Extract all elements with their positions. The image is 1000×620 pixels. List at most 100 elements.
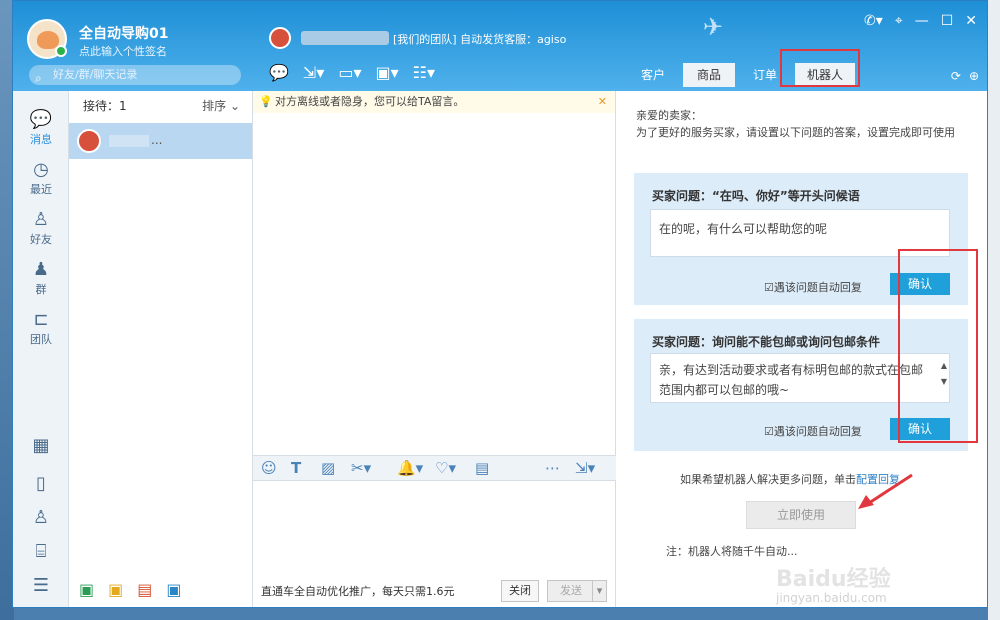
sort-label: 排序 (202, 99, 227, 113)
contact-name-blurred (109, 135, 149, 147)
notice-text: 对方离线或者隐身，您可以给TA留言。 (275, 95, 465, 108)
image-icon[interactable]: ▨ (321, 459, 335, 477)
send-label: 发送 (560, 584, 582, 597)
chat-area: 💡 对方离线或者隐身，您可以给TA留言。 ✕ ☺ T ▨ ✂▾ 🔔▾ ♡▾ ▤ … (253, 91, 616, 607)
sidebar: 💬 消息 ◷ 最近 ♙ 好友 ♟ 群 ⊏ 团队 ▦ ▯ ♙ ⌸ ☰ (13, 91, 69, 607)
bulb-icon: 💡 (259, 95, 273, 108)
sort-dropdown[interactable]: 排序 ⌄ (202, 91, 240, 121)
desktop-right-strip (988, 0, 1000, 620)
chat-toolbar: 💬 ⇲▾ ▭▾ ▣▾ ☷▾ (269, 63, 435, 85)
intro-text: 为了更好的服务买家，请设置以下问题的答案，设置完成即可使用 (636, 126, 955, 139)
use-now-button[interactable]: 立即使用 (746, 501, 856, 529)
chevron-down-icon: ⌄ (229, 99, 240, 113)
robot-intro: 亲爱的卖家： 为了更好的服务买家，请设置以下问题的答案，设置完成即可使用 (636, 107, 966, 141)
contact-name-suffix: ... (151, 133, 163, 147)
minimize-icon[interactable]: — (915, 13, 929, 29)
apps-grid-icon[interactable]: ▦ (13, 435, 69, 456)
close-notice-icon[interactable]: ✕ (598, 91, 607, 113)
offline-notice: 💡 对方离线或者隐身，您可以给TA留言。 ✕ (253, 91, 615, 113)
contact-name-blurred (301, 31, 389, 45)
screenshot-icon[interactable]: ✂▾ (351, 459, 371, 477)
close-button[interactable]: 关闭 (501, 580, 539, 602)
auto-reply-checkbox[interactable]: ☑遇该问题自动回复 (764, 279, 862, 295)
send-options-icon[interactable]: ▾ (592, 581, 606, 601)
list-header: 接待：1 排序 ⌄ (69, 91, 252, 121)
robot-tab-highlight (780, 49, 860, 87)
input-toolbar: ☺ T ▨ ✂▾ 🔔▾ ♡▾ ▤ ⋯ ⇲▾ (253, 455, 616, 481)
robot-note: 注：机器人将随千牛自动... (666, 545, 798, 558)
more-tools-icon[interactable]: ⇲▾ (575, 459, 595, 477)
send-button[interactable]: 发送 ▾ (547, 580, 607, 602)
chat-title: [我们的团队] 自动发货客服：agiso (393, 33, 567, 46)
app-blue-icon[interactable]: ▣ (166, 580, 181, 599)
list-bottom-apps: ▣ ▣ ▤ ▣ (79, 580, 182, 599)
maximize-icon[interactable]: ☐ (941, 13, 954, 29)
list-item[interactable]: ... (69, 123, 252, 159)
contacts-settings-icon[interactable]: ♙ (13, 507, 69, 528)
mobile-icon[interactable]: ▯ (13, 473, 69, 494)
question-title: 买家问题：“在吗、你好”等开头问候语 (652, 189, 860, 203)
question-title: 买家问题：询问能不能包邮或询问包邮条件 (652, 335, 881, 349)
window-controls: ✆▾ ⌖ — ☐ ✕ (864, 13, 977, 29)
shake-icon[interactable]: 🔔▾ (397, 459, 423, 477)
contact-avatar (77, 129, 101, 153)
refresh-icon[interactable]: ⟳ (951, 69, 961, 83)
paper-plane-icon: ✈ (703, 13, 724, 41)
profile-signature[interactable]: 点此输入个性签名 (79, 43, 167, 59)
screen-share-icon[interactable]: ▣▾ (376, 63, 399, 85)
chat-footer: 直通车全自动优化推广，每天只需1.6元 关闭 发送 ▾ (253, 575, 616, 607)
pin-icon[interactable]: ⌖ (895, 13, 903, 29)
conversation-list: 接待：1 排序 ⌄ ... ▣ ▣ ▤ ▣ (69, 91, 253, 607)
person-icon: ♙ (32, 209, 50, 230)
search-placeholder: 好友/群/聊天记录 (53, 68, 138, 81)
sidebar-item-team[interactable]: ⊏ 团队 (13, 309, 69, 347)
more-text: 如果希望机器人解决更多问题，单击 (680, 473, 856, 486)
sidebar-item-label: 最近 (30, 183, 52, 196)
font-icon[interactable]: T (291, 459, 301, 477)
profile-nickname: 全自动导购01 (79, 26, 169, 42)
qianniu-window: 全自动导购01 点此输入个性签名 ⌕ 好友/群/聊天记录 [我们的团队] 自动发… (12, 0, 988, 608)
intro-greeting: 亲爱的卖家： (636, 109, 702, 122)
sidebar-item-friends[interactable]: ♙ 好友 (13, 209, 69, 247)
promo-text[interactable]: 直通车全自动优化推广，每天只需1.6元 (261, 583, 455, 599)
quick-phrase-icon[interactable]: ▤ (475, 459, 489, 477)
video-icon[interactable]: ▭▾ (338, 63, 361, 85)
search-icon: ⌕ (35, 71, 42, 85)
favorite-icon[interactable]: ♡▾ (435, 459, 456, 477)
menu-icon[interactable]: ☰ (13, 575, 69, 596)
tab-goods[interactable]: 商品 (683, 63, 735, 87)
answer-text: 亲，有达到活动要求或者有标明包邮的款式在包邮范围内都可以包邮的哦~ (659, 363, 924, 397)
transfer-icon[interactable]: ⇲▾ (303, 63, 324, 85)
sidebar-item-label: 团队 (30, 333, 52, 346)
robot-panel: 亲爱的卖家： 为了更好的服务买家，请设置以下问题的答案，设置完成即可使用 买家问… (616, 91, 987, 607)
inbox-icon[interactable]: ⌸ (13, 541, 69, 562)
waiting-count: 接待：1 (83, 99, 127, 113)
shop-icon[interactable]: ▤ (137, 580, 152, 599)
app-green-icon[interactable]: ▣ (79, 580, 94, 599)
close-icon[interactable]: ✕ (965, 13, 977, 29)
sidebar-item-label: 群 (35, 283, 47, 296)
auto-reply-checkbox[interactable]: ☑遇该问题自动回复 (764, 423, 862, 439)
watermark-url: jingyan.baidu.com (776, 591, 887, 605)
confirm-highlight (898, 249, 978, 443)
sidebar-item-messages[interactable]: 💬 消息 (13, 109, 69, 147)
auto-reply-label: 遇该问题自动回复 (773, 425, 862, 438)
team-icon: ⊏ (33, 309, 49, 330)
sidebar-item-groups[interactable]: ♟ 群 (13, 259, 69, 297)
contact-avatar[interactable] (269, 27, 291, 49)
schedule-icon[interactable]: ☷▾ (413, 63, 435, 85)
red-arrow-icon (858, 473, 913, 509)
emoji-icon[interactable]: ☺ (261, 459, 277, 477)
chat-history-icon[interactable]: ⋯ (545, 459, 560, 477)
chat-more-icon[interactable]: 💬 (269, 63, 289, 85)
sidebar-item-recent[interactable]: ◷ 最近 (13, 159, 69, 197)
online-status-icon (55, 45, 67, 57)
auto-reply-label: 遇该问题自动回复 (773, 281, 862, 294)
clock-icon: ◷ (33, 159, 49, 180)
app-yellow-icon[interactable]: ▣ (108, 580, 123, 599)
search-input[interactable]: ⌕ 好友/群/聊天记录 (29, 65, 241, 85)
phone-icon[interactable]: ✆▾ (864, 13, 883, 29)
sidebar-item-label: 好友 (30, 233, 52, 246)
add-icon[interactable]: ⊕ (969, 69, 979, 83)
tab-customer[interactable]: 客户 (627, 63, 679, 87)
